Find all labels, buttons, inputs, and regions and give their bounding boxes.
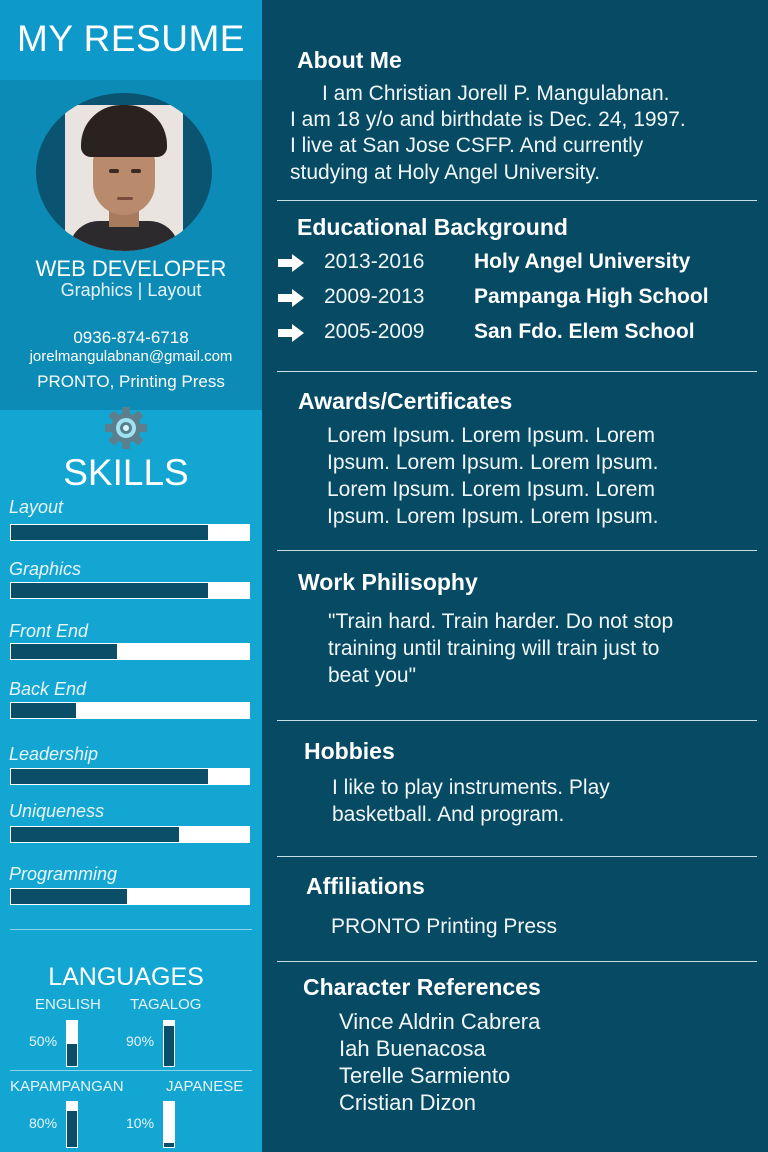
references-title: Character References [303,974,541,1000]
skill-bar [10,888,250,905]
hobbies-line: I like to play instruments. Play [332,776,610,799]
skill-label: Front End [9,621,89,641]
skill-bar [10,524,250,541]
divider [277,720,757,721]
language-bar [66,1020,78,1067]
sidebar: MY RESUME WEB DEVELOPER Graphics | Layou… [0,0,262,1152]
language-percent: 10% [126,1115,155,1131]
profile-panel: WEB DEVELOPER Graphics | Layout 0936-874… [0,80,262,410]
philosophy-line: "Train hard. Train harder. Do not stop [328,610,674,633]
awards-line: Lorem Ipsum. Lorem Ipsum. Lorem [327,478,655,501]
email-address: jorelmangulabnan@gmail.com [29,348,233,365]
skill-bar [10,643,250,660]
hobbies-line: basketball. And program. [332,803,565,826]
page-title: MY RESUME [17,18,245,59]
language-bar [66,1101,78,1148]
education-school: Holy Angel University [474,250,691,273]
arrow-right-icon [278,289,304,307]
education-years: 2005-2009 [324,320,425,343]
languages-title: LANGUAGES [48,963,204,991]
philosophy-title: Work Philisophy [298,569,478,595]
job-role-sub: Graphics | Layout [60,280,202,300]
language-percent: 50% [29,1033,58,1049]
language-bar [163,1101,175,1148]
reference-name: Cristian Dizon [339,1090,476,1115]
divider [277,550,757,551]
language-bar-fill [67,1111,77,1147]
language-bar-fill [164,1025,174,1066]
awards-title: Awards/Certificates [298,388,513,414]
skill-label: Graphics [9,559,82,579]
skill-bar [10,582,250,599]
affiliations-title: Affiliations [306,873,425,899]
divider [277,856,757,857]
skill-bar [10,768,250,785]
divider [277,371,757,372]
profile-photo [65,105,183,251]
language-name: ENGLISH [35,996,101,1013]
company-name: PRONTO, Printing Press [37,372,225,391]
language-name: JAPANESE [166,1078,244,1095]
skill-label: Layout [9,497,64,517]
title-band: MY RESUME [0,0,262,80]
hobbies-title: Hobbies [304,738,395,764]
affiliations-text: PRONTO Printing Press [331,915,558,938]
skill-bar-fill [10,826,181,843]
skill-label: Leadership [9,744,99,764]
education-years: 2009-2013 [324,285,425,308]
education-school: San Fdo. Elem School [474,320,695,343]
skill-bar-fill [10,524,210,541]
gear-icon [105,407,147,449]
divider [277,961,757,962]
education-years: 2013-2016 [324,250,425,273]
language-bar-fill [67,1043,77,1066]
reference-name: Vince Aldrin Cabrera [339,1009,541,1034]
arrow-right-icon [278,324,304,342]
skills-title: SKILLS [63,452,189,493]
skill-label: Uniqueness [9,801,105,821]
skill-bar-fill [10,702,78,719]
about-line: I am Christian Jorell P. Mangulabnan. [322,82,670,105]
skill-bar-fill [10,582,210,599]
education-title: Educational Background [297,214,568,240]
awards-line: Lorem Ipsum. Lorem Ipsum. Lorem [327,424,655,447]
skill-label: Programming [9,864,118,884]
reference-name: Terelle Sarmiento [339,1063,511,1088]
skill-bar-fill [10,768,210,785]
language-name: KAPAMPANGAN [10,1078,124,1095]
skill-bar-fill [10,643,118,660]
awards-line: Ipsum. Lorem Ipsum. Lorem Ipsum. [327,505,659,528]
education-school: Pampanga High School [474,285,709,308]
language-percent: 80% [29,1115,58,1131]
reference-name: Iah Buenacosa [339,1036,486,1061]
job-role: WEB DEVELOPER [35,256,227,281]
language-name: TAGALOG [130,996,202,1013]
skill-bar-fill [10,888,128,905]
awards-line: Ipsum. Lorem Ipsum. Lorem Ipsum. [327,451,659,474]
about-title: About Me [297,47,402,73]
skill-bar [10,826,250,843]
about-line: studying at Holy Angel University. [290,161,601,184]
about-line: I live at San Jose CSFP. And currently [290,134,644,157]
language-bar [163,1020,175,1067]
divider [10,929,252,930]
about-line: I am 18 y/o and birthdate is Dec. 24, 19… [290,108,686,131]
philosophy-line: training until training will train just … [328,637,660,660]
language-percent: 90% [126,1033,155,1049]
philosophy-line: beat you" [328,664,417,687]
skill-bar [10,702,250,719]
arrow-right-icon [278,254,304,272]
avatar [36,93,212,251]
skill-label: Back End [9,679,87,699]
divider [10,1070,252,1071]
language-bar-fill [164,1142,174,1147]
divider [277,200,757,201]
phone-number: 0936-874-6718 [73,328,189,347]
